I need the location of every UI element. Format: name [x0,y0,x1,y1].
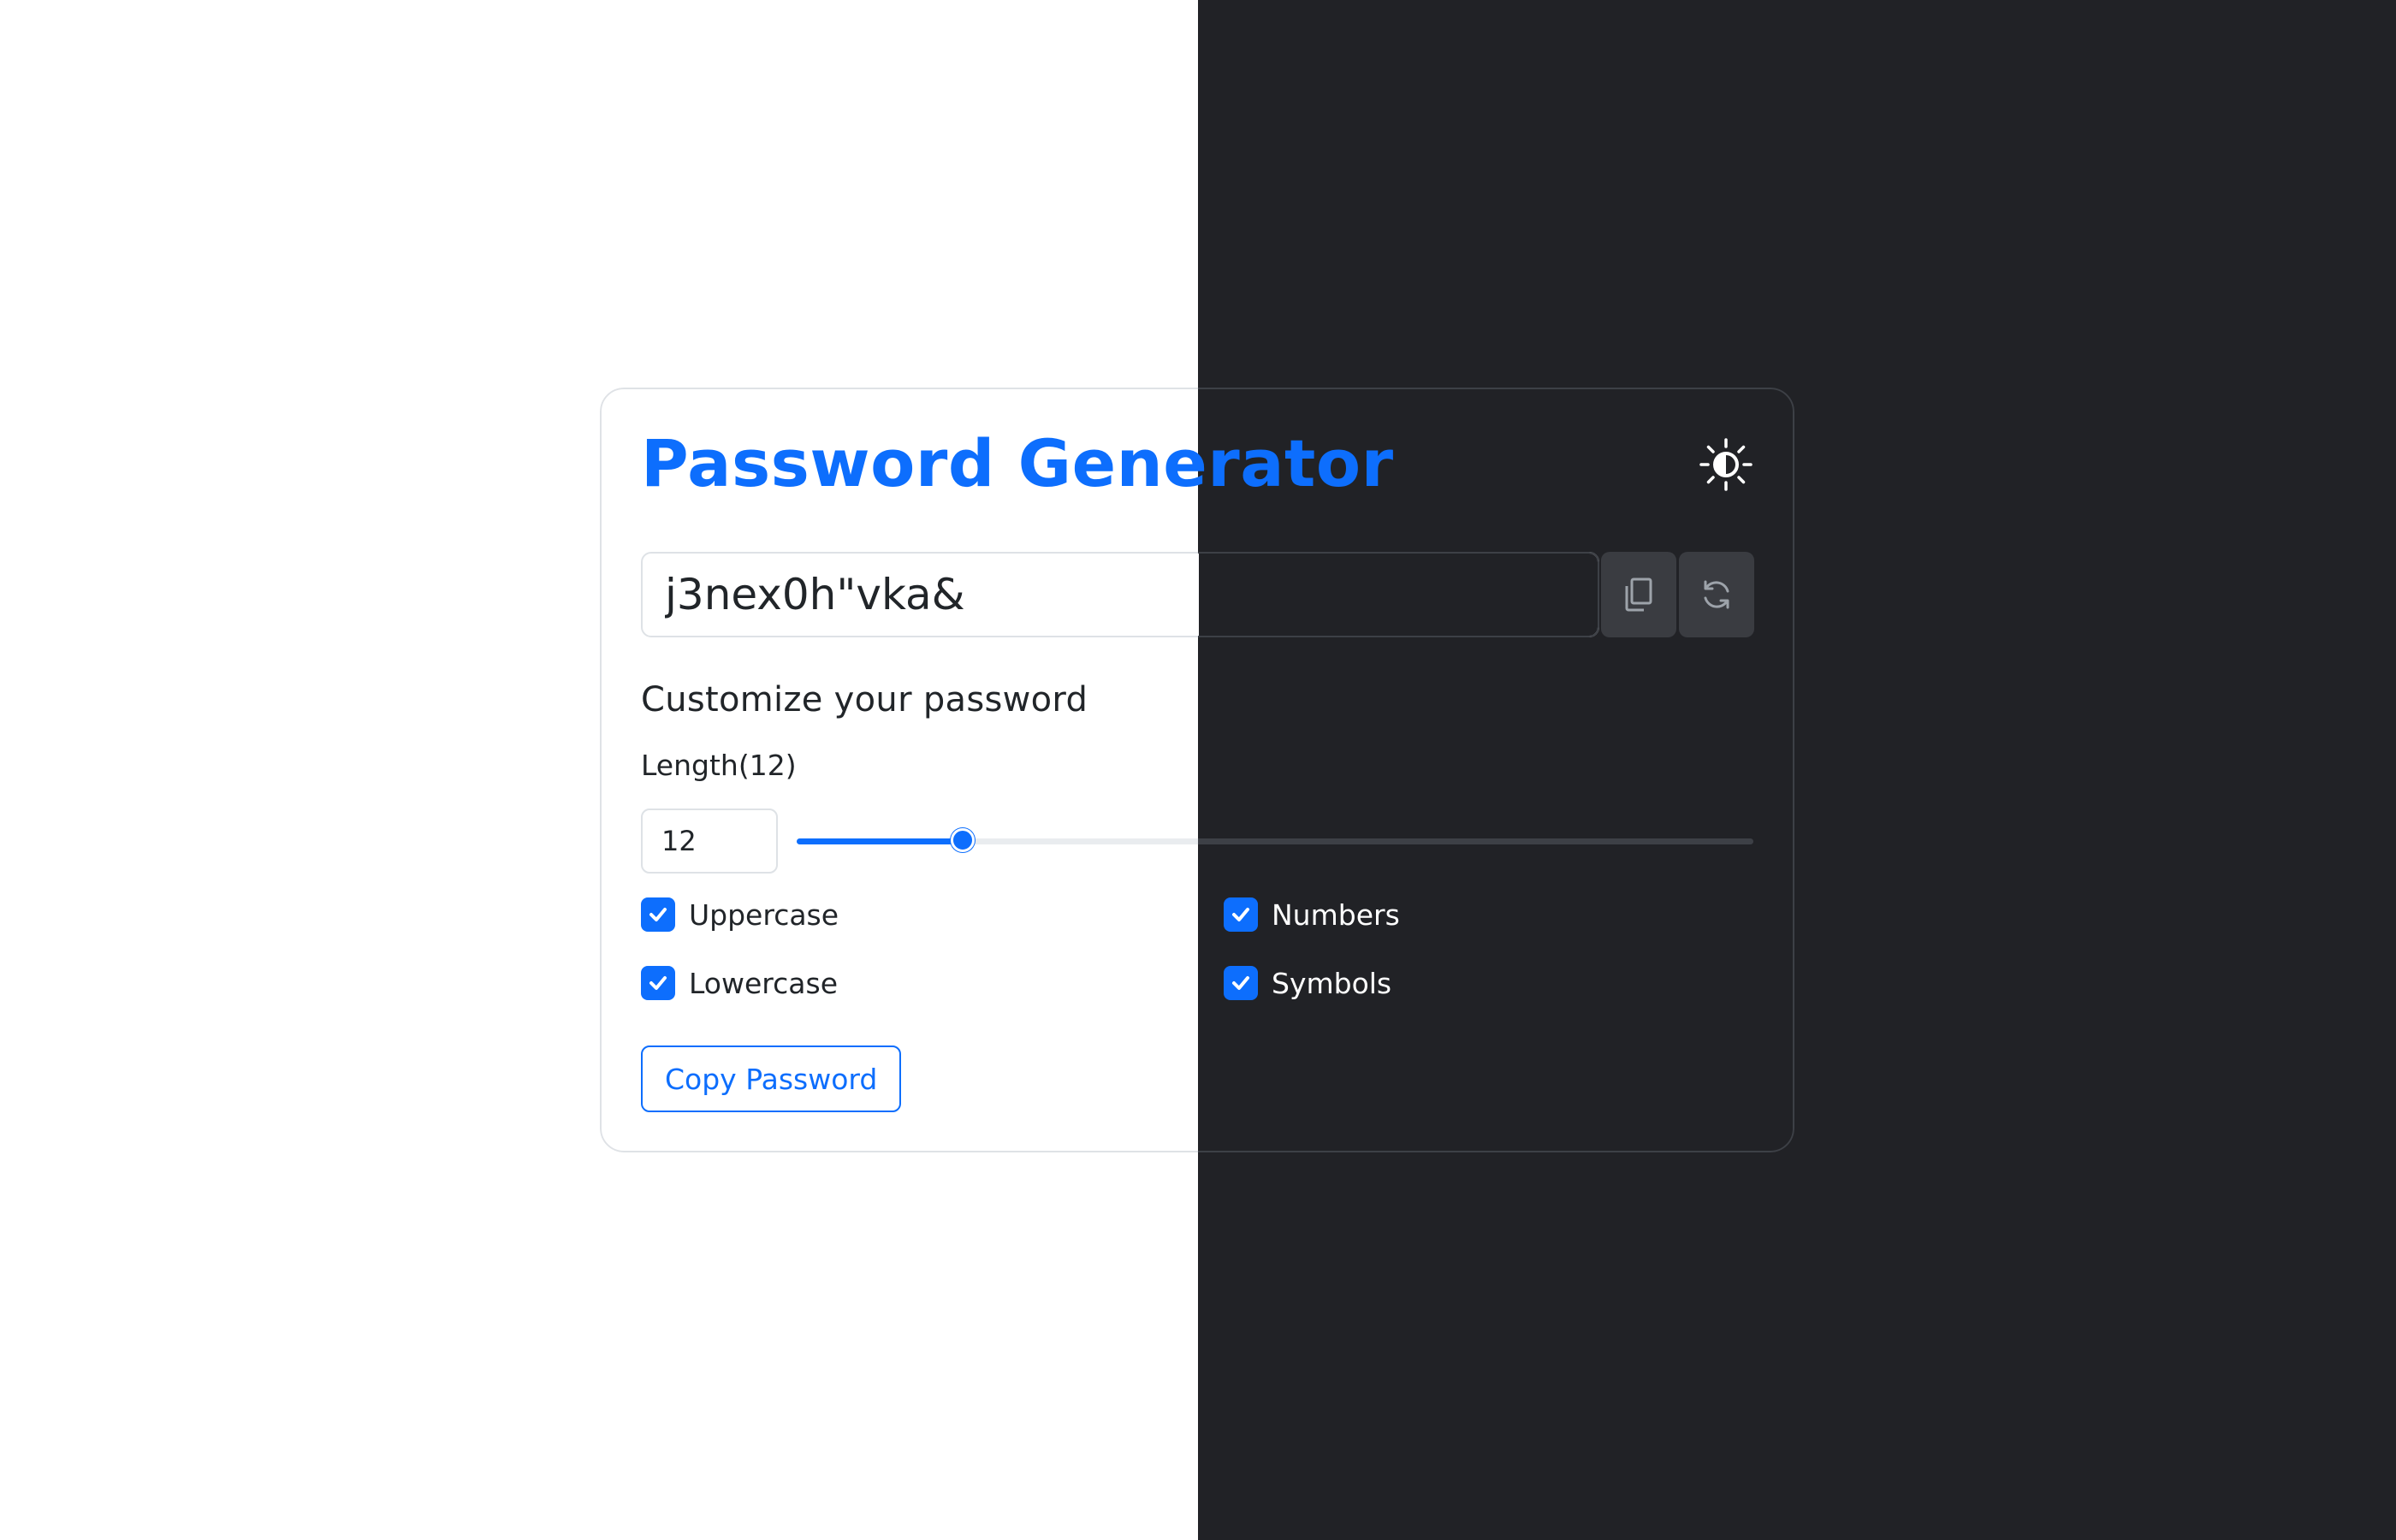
contrast-sun-icon [1699,438,1753,491]
page-title: Password Generator [641,425,1394,501]
symbols-checkbox[interactable] [1224,966,1258,1000]
customize-heading: Customize your password [641,680,1088,720]
password-output[interactable] [641,552,1599,637]
symbols-label: Symbols [1272,966,1392,1000]
slider-thumb[interactable] [951,828,975,852]
refresh-icon [1704,580,1729,609]
option-numbers[interactable]: Numbers [1224,897,1400,932]
option-symbols[interactable]: Symbols [1224,966,1391,1000]
uppercase-label: Uppercase [689,897,839,932]
check-icon [649,976,667,990]
copy-password-button[interactable]: Copy Password [641,1045,902,1112]
slider-fill [797,838,963,844]
card-content: Password Generator j3nex0h"vka& Customiz… [600,388,1794,1152]
length-label: Length(12) [641,749,797,782]
check-icon [1232,908,1249,921]
option-lowercase[interactable]: Lowercase [641,966,838,1000]
numbers-label: Numbers [1272,897,1400,932]
refresh-icon-button[interactable] [1679,552,1754,637]
uppercase-checkbox[interactable] [641,897,675,932]
theme-toggle-button[interactable] [1699,437,1753,492]
lowercase-label: Lowercase [689,966,838,1000]
copy-icon-button[interactable] [1601,552,1676,637]
length-slider[interactable] [797,828,1753,852]
check-icon [1232,976,1249,990]
lowercase-checkbox[interactable] [641,966,675,1000]
option-uppercase[interactable]: Uppercase [641,897,839,932]
length-number-input[interactable] [641,808,778,874]
check-icon [649,908,667,921]
copy-icon [1625,578,1652,612]
numbers-checkbox[interactable] [1224,897,1258,932]
